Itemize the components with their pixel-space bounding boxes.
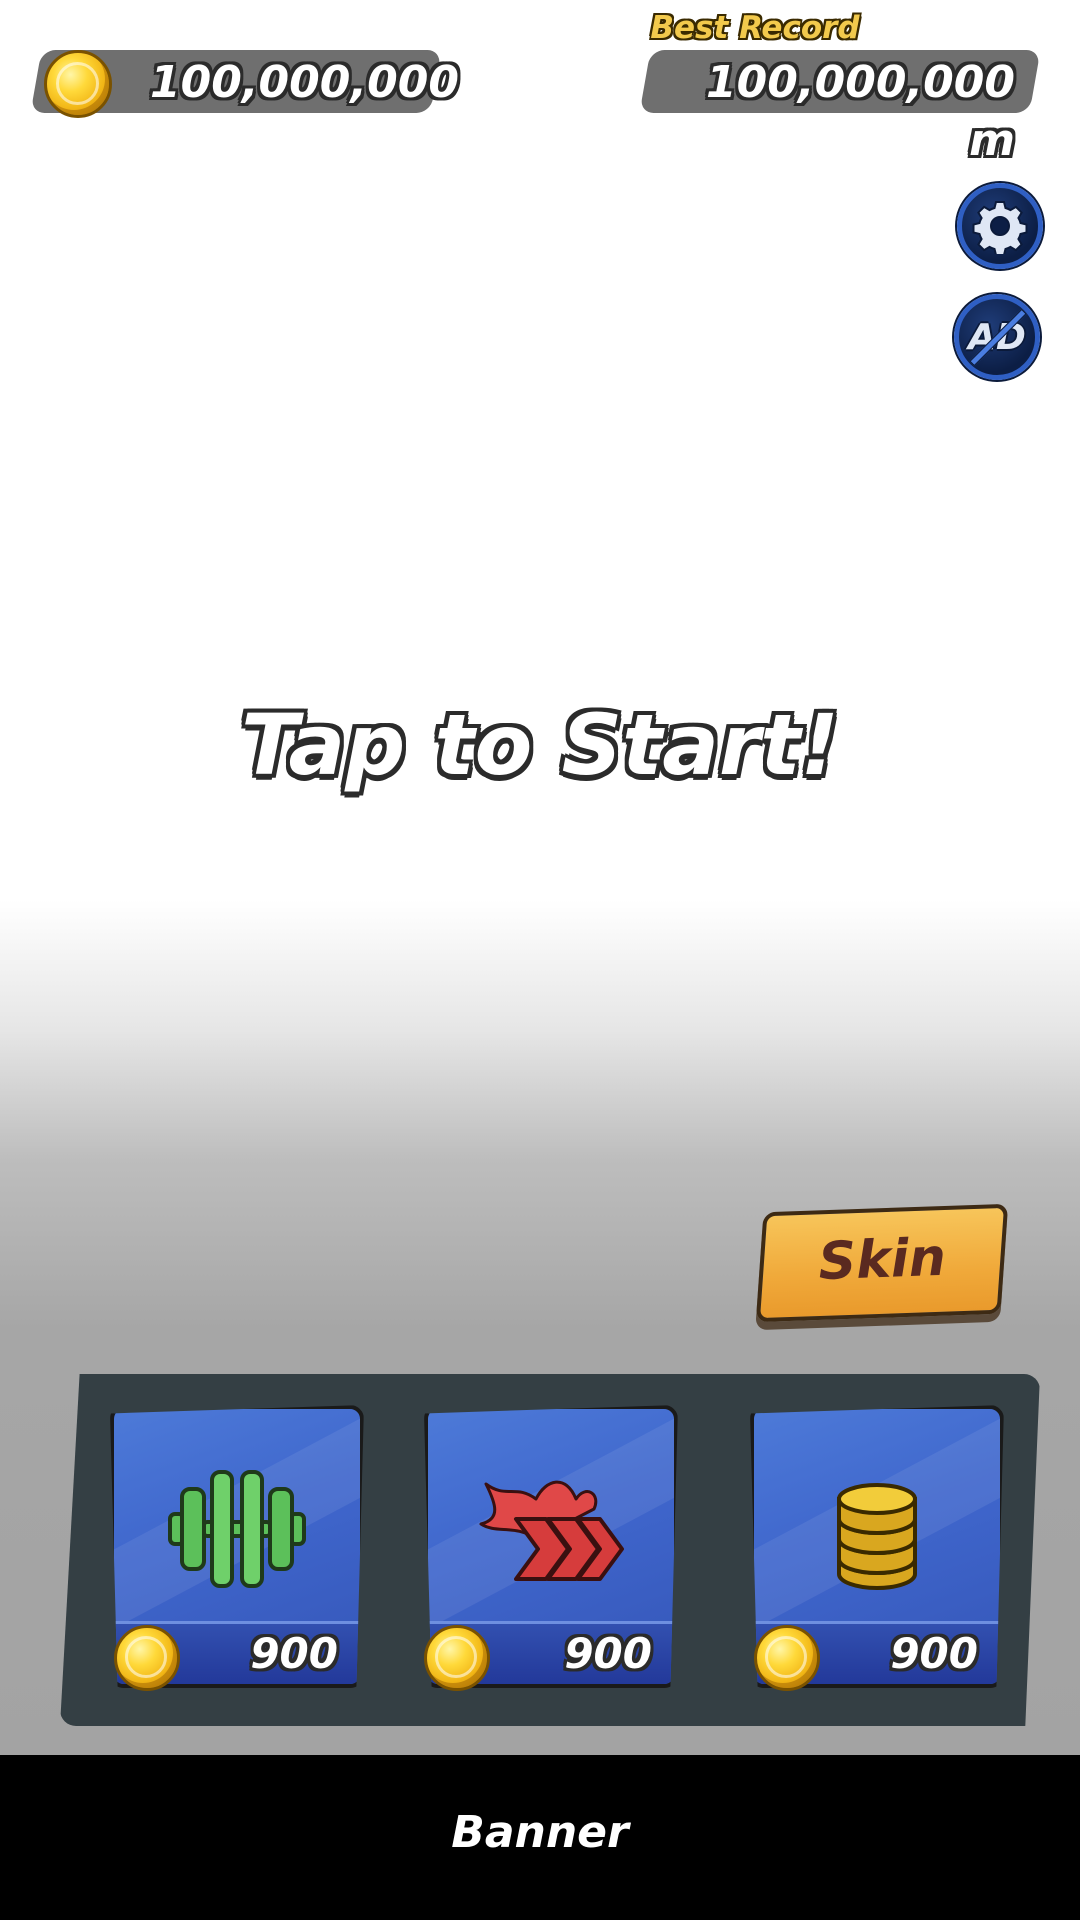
upgrade-price: 900 bbox=[250, 1629, 338, 1678]
speed-boost-icon bbox=[479, 1480, 624, 1581]
best-record-value: 100,000,000 m bbox=[706, 57, 1015, 166]
banner-ad[interactable]: Banner bbox=[0, 1755, 1080, 1920]
coin-icon bbox=[114, 1625, 180, 1691]
dumbbell-icon bbox=[168, 1470, 306, 1588]
coin-stack-icon bbox=[837, 1483, 917, 1590]
coin-icon bbox=[754, 1625, 820, 1691]
settings-button[interactable] bbox=[957, 183, 1043, 269]
coin-count: 100,000,000 bbox=[150, 57, 459, 108]
upgrade-price: 900 bbox=[890, 1629, 978, 1678]
skin-button-label: Skin bbox=[817, 1227, 947, 1293]
skin-button[interactable]: Skin bbox=[755, 1203, 1009, 1323]
best-record-label: Best Record bbox=[650, 10, 860, 46]
banner-label: Banner bbox=[451, 1807, 629, 1858]
coin-icon bbox=[44, 50, 112, 118]
upgrade-price: 900 bbox=[564, 1629, 652, 1678]
coin-icon bbox=[424, 1625, 490, 1691]
tap-to-start-prompt[interactable]: Tap to Start! bbox=[240, 690, 840, 800]
gear-icon bbox=[972, 201, 1028, 254]
remove-ads-button[interactable]: AD bbox=[954, 294, 1040, 380]
